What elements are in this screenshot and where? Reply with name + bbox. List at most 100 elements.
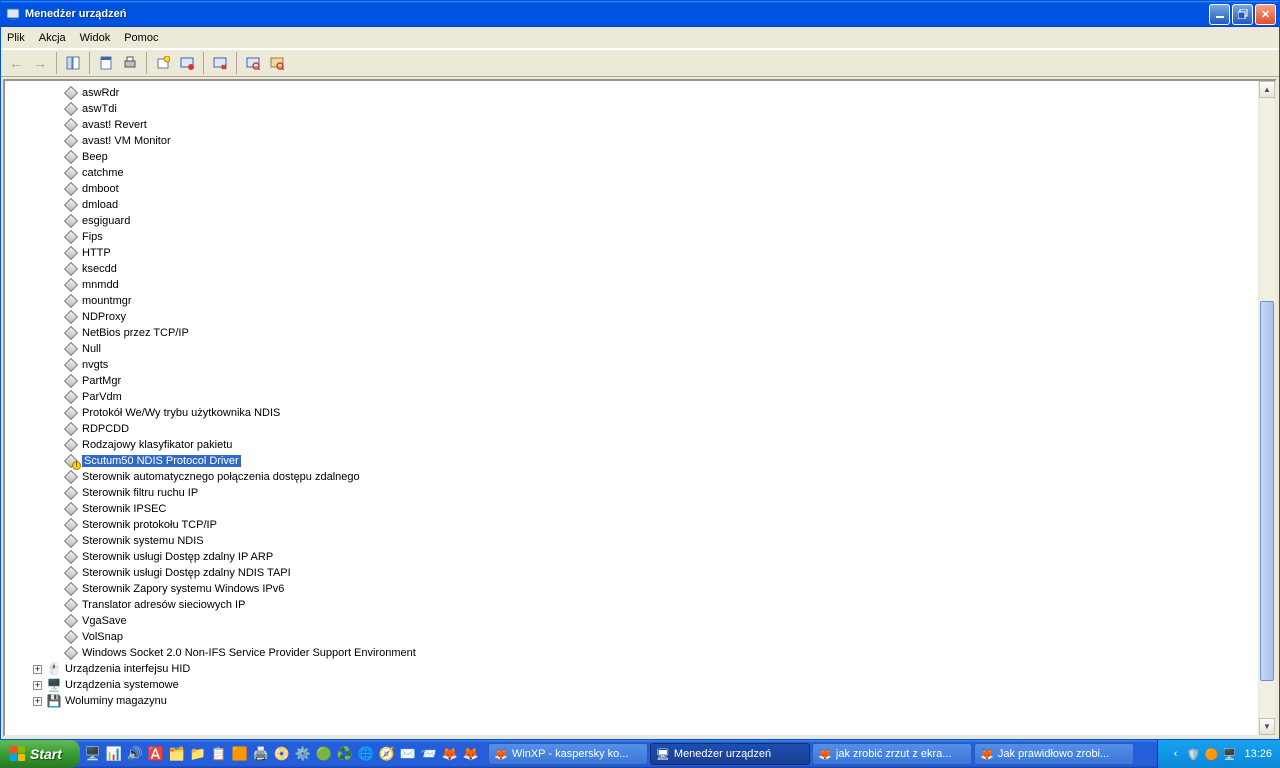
device-row[interactable]: Sterownik usługi Dostęp zdalny NDIS TAPI: [5, 565, 1258, 581]
ql-icon[interactable]: ♻️: [336, 745, 354, 763]
device-row[interactable]: Sterownik filtru ruchu IP: [5, 485, 1258, 501]
device-row[interactable]: Protokół We/Wy trybu użytkownika NDIS: [5, 405, 1258, 421]
device-row[interactable]: aswRdr: [5, 85, 1258, 101]
ql-icon[interactable]: 🌐: [357, 745, 375, 763]
menu-widok[interactable]: Widok: [80, 32, 111, 44]
uninstall-button[interactable]: [209, 52, 231, 74]
ql-icon[interactable]: ⚙️: [294, 745, 312, 763]
device-row[interactable]: Sterownik IPSEC: [5, 501, 1258, 517]
device-row[interactable]: Sterownik Zapory systemu Windows IPv6: [5, 581, 1258, 597]
expand-icon[interactable]: +: [33, 697, 42, 706]
clock[interactable]: 13:26: [1240, 748, 1272, 760]
ql-icon[interactable]: 🔊: [126, 745, 144, 763]
device-row[interactable]: esgiguard: [5, 213, 1258, 229]
category-row[interactable]: +💾Woluminy magazynu: [5, 693, 1258, 709]
ql-icon[interactable]: 🟢: [315, 745, 333, 763]
ql-icon[interactable]: 🦊: [462, 745, 480, 763]
device-row[interactable]: Sterownik systemu NDIS: [5, 533, 1258, 549]
device-row[interactable]: Rodzajowy klasyfikator pakietu: [5, 437, 1258, 453]
device-row[interactable]: NetBios przez TCP/IP: [5, 325, 1258, 341]
taskbar-task[interactable]: 🦊Jak prawidłowo zrobi...: [974, 743, 1134, 765]
menu-plik[interactable]: Plik: [7, 32, 25, 44]
tray-icon[interactable]: 🟠: [1204, 747, 1218, 761]
device-row[interactable]: Sterownik usługi Dostęp zdalny IP ARP: [5, 549, 1258, 565]
device-row[interactable]: Beep: [5, 149, 1258, 165]
ql-icon[interactable]: 📋: [210, 745, 228, 763]
device-row[interactable]: avast! Revert: [5, 117, 1258, 133]
ql-icon[interactable]: 📨: [420, 745, 438, 763]
device-row[interactable]: aswTdi: [5, 101, 1258, 117]
tray-expand-icon[interactable]: ‹: [1168, 747, 1182, 761]
device-row[interactable]: Sterownik protokołu TCP/IP: [5, 517, 1258, 533]
device-row[interactable]: Sterownik automatycznego połączenia dost…: [5, 469, 1258, 485]
ql-icon[interactable]: 🗂️: [168, 745, 186, 763]
device-row[interactable]: HTTP: [5, 245, 1258, 261]
ql-icon[interactable]: 🦊: [441, 745, 459, 763]
restore-button[interactable]: [1232, 4, 1253, 25]
tray-icon[interactable]: 🖥️: [1222, 747, 1236, 761]
device-row[interactable]: ParVdm: [5, 389, 1258, 405]
close-button[interactable]: ✕: [1255, 4, 1276, 25]
device-row[interactable]: VolSnap: [5, 629, 1258, 645]
ql-icon[interactable]: 🟧: [231, 745, 249, 763]
ql-icon[interactable]: 🖨️: [252, 745, 270, 763]
tray-icon[interactable]: 🛡️: [1186, 747, 1200, 761]
scroll-thumb[interactable]: [1260, 301, 1274, 681]
scan-hardware-alt-button[interactable]: [266, 52, 288, 74]
device-row[interactable]: nvgts: [5, 357, 1258, 373]
device-label: dmload: [82, 199, 118, 211]
expand-icon[interactable]: +: [33, 681, 42, 690]
print-button[interactable]: [119, 52, 141, 74]
device-row[interactable]: dmload: [5, 197, 1258, 213]
device-row[interactable]: PartMgr: [5, 373, 1258, 389]
windows-logo-icon: [10, 746, 26, 762]
scan-hardware-button[interactable]: [242, 52, 264, 74]
minimize-button[interactable]: [1209, 4, 1230, 25]
show-hide-tree-button[interactable]: [62, 52, 84, 74]
device-row[interactable]: NDProxy: [5, 309, 1258, 325]
category-row[interactable]: +🖱️Urządzenia interfejsu HID: [5, 661, 1258, 677]
update-driver-button[interactable]: [152, 52, 174, 74]
device-row[interactable]: avast! VM Monitor: [5, 133, 1258, 149]
device-row[interactable]: Windows Socket 2.0 Non-IFS Service Provi…: [5, 645, 1258, 661]
ql-icon[interactable]: 🧭: [378, 745, 396, 763]
ql-icon[interactable]: 📀: [273, 745, 291, 763]
device-row[interactable]: Null: [5, 341, 1258, 357]
vertical-scrollbar[interactable]: ▲ ▼: [1258, 81, 1275, 735]
category-label: Urządzenia systemowe: [65, 679, 179, 691]
device-row[interactable]: !Scutum50 NDIS Protocol Driver: [5, 453, 1258, 469]
taskbar-task[interactable]: 🦊WinXP - kaspersky ko...: [488, 743, 648, 765]
ql-icon[interactable]: 🖥️: [84, 745, 102, 763]
device-row[interactable]: VgaSave: [5, 613, 1258, 629]
back-button[interactable]: ←: [5, 52, 27, 74]
ql-icon[interactable]: 📁: [189, 745, 207, 763]
device-icon: [63, 198, 79, 212]
menu-pomoc[interactable]: Pomoc: [124, 32, 158, 44]
ql-icon[interactable]: 📊: [105, 745, 123, 763]
device-row[interactable]: catchme: [5, 165, 1258, 181]
device-row[interactable]: dmboot: [5, 181, 1258, 197]
app-icon: [5, 6, 21, 22]
forward-button[interactable]: →: [29, 52, 51, 74]
taskbar-task[interactable]: 🦊jak zrobić zrzut z ekra...: [812, 743, 972, 765]
device-row[interactable]: Fips: [5, 229, 1258, 245]
titlebar[interactable]: Menedżer urządzeń ✕: [1, 1, 1279, 27]
system-tray[interactable]: ‹ 🛡️ 🟠 🖥️ 13:26: [1157, 740, 1280, 768]
ql-icon[interactable]: ✉️: [399, 745, 417, 763]
start-button[interactable]: Start: [0, 740, 80, 768]
scroll-up-button[interactable]: ▲: [1259, 81, 1275, 98]
category-row[interactable]: +🖥️Urządzenia systemowe: [5, 677, 1258, 693]
device-row[interactable]: mnmdd: [5, 277, 1258, 293]
expand-icon[interactable]: +: [33, 665, 42, 674]
device-row[interactable]: mountmgr: [5, 293, 1258, 309]
menu-akcja[interactable]: Akcja: [39, 32, 66, 44]
disable-button[interactable]: [176, 52, 198, 74]
device-row[interactable]: RDPCDD: [5, 421, 1258, 437]
scroll-down-button[interactable]: ▼: [1259, 718, 1275, 735]
properties-button[interactable]: [95, 52, 117, 74]
device-label: Fips: [82, 231, 103, 243]
device-row[interactable]: ksecdd: [5, 261, 1258, 277]
ql-icon[interactable]: 🅰️: [147, 745, 165, 763]
device-row[interactable]: Translator adresów sieciowych IP: [5, 597, 1258, 613]
taskbar-task[interactable]: 🖥Menedżer urządzeń: [650, 743, 810, 765]
